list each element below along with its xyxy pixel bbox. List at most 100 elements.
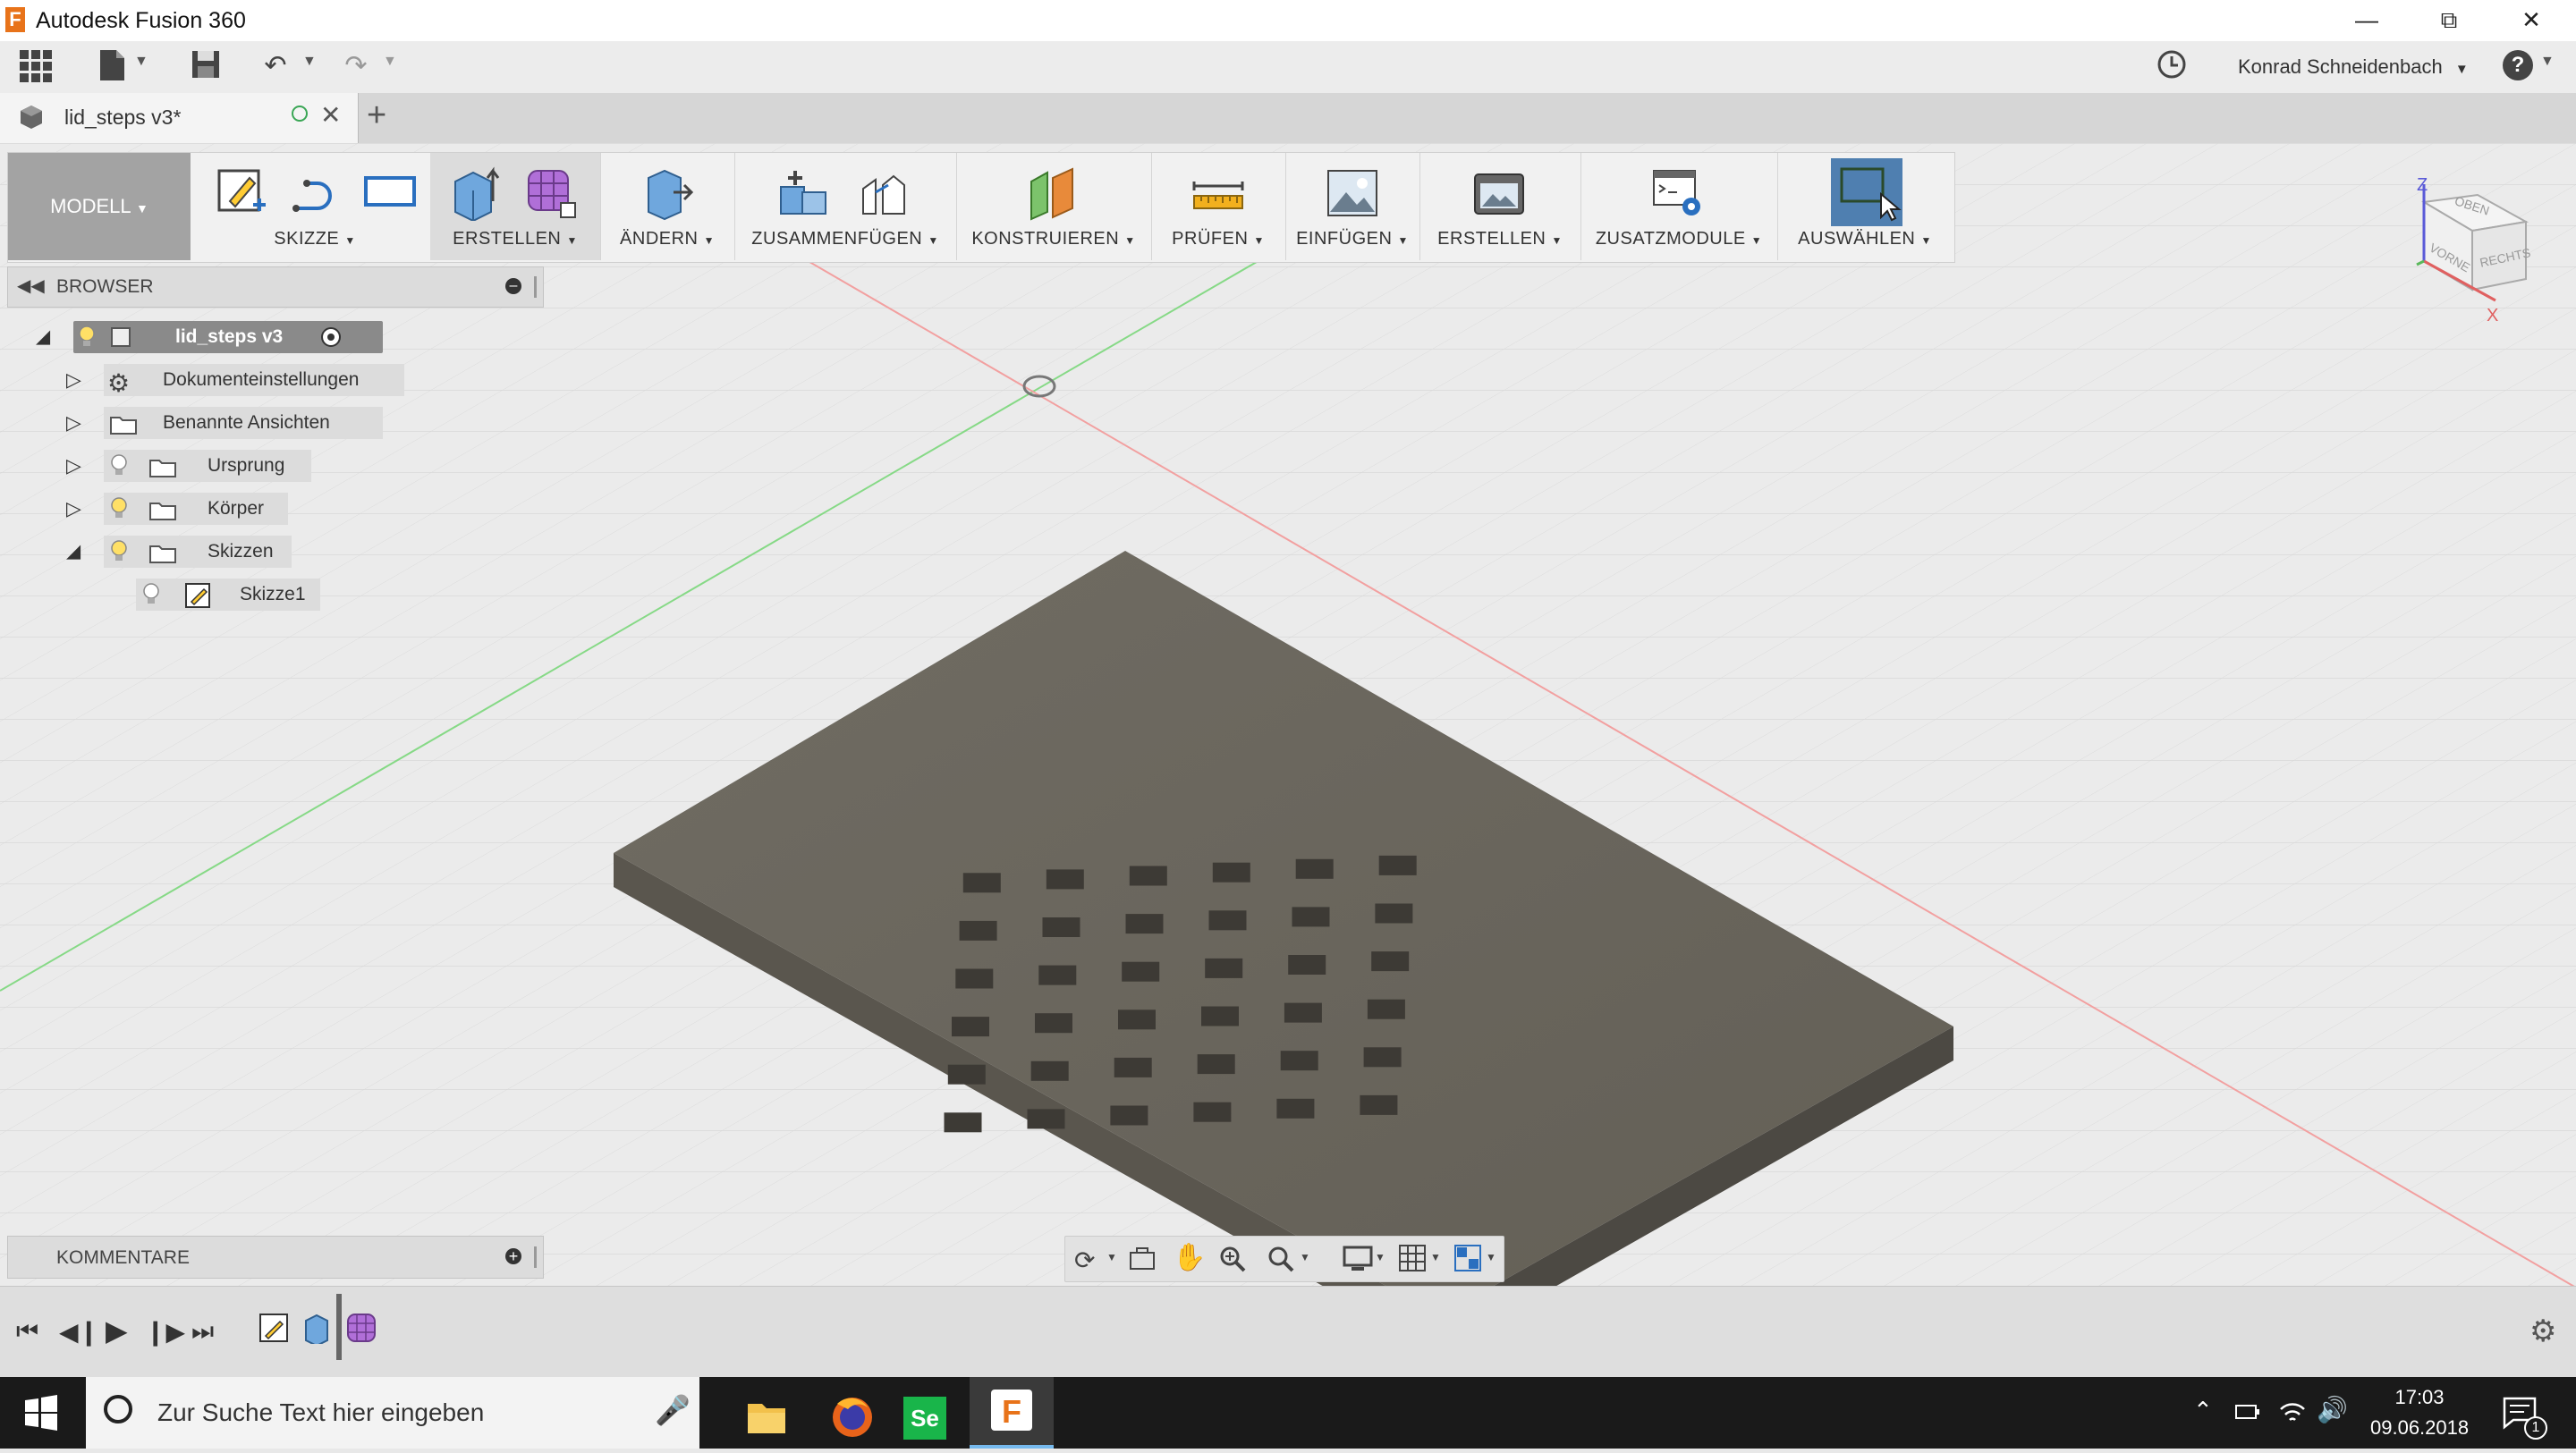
timeline-first-icon[interactable]: ⏮	[16, 1317, 38, 1347]
visibility-bulb-icon[interactable]	[77, 325, 97, 361]
document-tab[interactable]: lid_steps v3* ✕	[0, 93, 359, 143]
close-tab-icon[interactable]: ✕	[320, 100, 341, 130]
create-sketch-icon[interactable]	[214, 165, 269, 221]
rectangle-tool-icon[interactable]	[362, 165, 418, 221]
measure-icon[interactable]	[1191, 165, 1246, 221]
help-chevron-icon[interactable]: ▼	[2540, 54, 2555, 70]
microphone-icon[interactable]: 🎤	[655, 1393, 691, 1427]
browser-panel-header[interactable]: ◀◀ BROWSER –	[7, 266, 544, 308]
viewports-icon[interactable]	[1453, 1244, 1482, 1277]
model-canvas[interactable]	[0, 143, 2576, 1286]
pan-hand-icon[interactable]: ✋	[1173, 1242, 1206, 1273]
form-tool-icon[interactable]	[523, 165, 579, 221]
timeline-last-icon[interactable]: ⏭	[191, 1317, 214, 1347]
data-panel-grid-icon[interactable]	[16, 48, 55, 84]
browser-resize-handle[interactable]	[534, 276, 537, 298]
timeline-settings-gear-icon[interactable]: ⚙	[2529, 1314, 2556, 1349]
selenium-ide-icon[interactable]: Se	[903, 1397, 946, 1440]
ribbon-group-assemble[interactable]: ZUSAMMENFÜGEN ▼	[734, 153, 957, 260]
timeline-play-icon[interactable]: ▶	[106, 1314, 128, 1347]
viewports-chevron-icon[interactable]: ▼	[1486, 1251, 1496, 1263]
timeline-marker[interactable]	[336, 1294, 342, 1360]
expand-triangle-icon[interactable]: ▷	[66, 406, 81, 440]
expand-triangle-icon[interactable]: ▷	[66, 492, 81, 526]
undo-icon[interactable]: ↶	[256, 48, 295, 84]
visibility-bulb-off-icon[interactable]	[109, 453, 129, 490]
tree-item-bodies[interactable]: ▷ Körper	[27, 492, 295, 526]
minimize-icon[interactable]: —	[2326, 0, 2408, 41]
wifi-icon[interactable]	[2277, 1397, 2308, 1432]
collapse-browser-icon[interactable]: ◀◀	[17, 275, 45, 297]
taskbar-search-box[interactable]: Zur Suche Text hier eingeben 🎤	[86, 1377, 699, 1449]
ribbon-group-inspect[interactable]: PRÜFEN ▼	[1151, 153, 1286, 260]
render-icon[interactable]	[1471, 165, 1527, 221]
comments-panel-header[interactable]: KOMMENTARE +	[7, 1236, 544, 1279]
zoom-icon[interactable]	[1217, 1244, 1248, 1279]
tree-item-sketches[interactable]: ◢ Skizzen	[27, 535, 295, 569]
restore-icon[interactable]: ⧉	[2408, 0, 2490, 41]
user-account-menu[interactable]: Konrad Schneidenbach ▼	[2238, 55, 2469, 79]
taskbar-clock[interactable]: 17:03 09.06.2018	[2370, 1386, 2469, 1440]
tree-item-sketch1[interactable]: Skizze1	[27, 578, 331, 612]
timeline-extrude-feature-icon[interactable]	[302, 1312, 335, 1348]
offset-plane-icon[interactable]	[1026, 165, 1081, 221]
file-explorer-icon[interactable]	[724, 1390, 809, 1449]
ribbon-group-create[interactable]: ERSTELLEN ▼	[430, 153, 601, 260]
tree-item-document-settings[interactable]: ▷ ⚙ Dokumenteinstellungen	[27, 363, 404, 397]
extrude-icon[interactable]	[446, 165, 502, 223]
grid-chevron-icon[interactable]: ▼	[1430, 1251, 1441, 1263]
redo-chevron-icon[interactable]: ▼	[383, 54, 397, 70]
viewcube[interactable]: Z X OBEN VORNE RECHTS	[2397, 175, 2540, 336]
line-tool-icon[interactable]	[289, 165, 344, 221]
comments-resize-handle[interactable]	[534, 1246, 537, 1268]
job-status-clock-icon[interactable]	[2152, 48, 2191, 84]
add-comment-icon[interactable]: +	[505, 1248, 521, 1264]
redo-icon[interactable]: ↷	[336, 48, 376, 84]
ribbon-group-sketch[interactable]: SKIZZE ▼	[199, 153, 431, 260]
press-pull-icon[interactable]	[640, 165, 695, 221]
fit-zoom-icon[interactable]	[1266, 1244, 1296, 1279]
ribbon-group-make[interactable]: ERSTELLEN ▼	[1419, 153, 1581, 260]
zoom-chevron-icon[interactable]: ▼	[1300, 1251, 1310, 1263]
fusion-360-taskbar-icon[interactable]: F	[970, 1377, 1054, 1449]
save-icon[interactable]	[186, 48, 225, 84]
ribbon-group-select[interactable]: AUSWÄHLEN ▼	[1777, 153, 1953, 260]
tray-chevron-up-icon[interactable]: ⌃	[2193, 1397, 2213, 1424]
tree-item-origin[interactable]: ▷ Ursprung	[27, 449, 313, 483]
battery-icon[interactable]	[2233, 1397, 2263, 1432]
look-at-icon[interactable]	[1128, 1246, 1157, 1277]
orbit-chevron-icon[interactable]: ▼	[1106, 1251, 1117, 1263]
ribbon-group-addins[interactable]: ZUSATZMODULE ▼	[1580, 153, 1778, 260]
timeline-next-icon[interactable]: ❙▶	[145, 1317, 185, 1347]
workspace-switcher[interactable]: MODELL ▼	[8, 153, 191, 260]
collapse-triangle-icon[interactable]: ◢	[66, 535, 80, 569]
insert-image-icon[interactable]	[1325, 165, 1380, 221]
grid-settings-icon[interactable]	[1398, 1244, 1427, 1277]
speaker-icon[interactable]: 🔊	[2317, 1395, 2348, 1424]
expand-triangle-icon[interactable]: ▷	[66, 449, 81, 483]
orbit-icon[interactable]: ⟳	[1074, 1246, 1095, 1275]
timeline-form-feature-icon[interactable]	[345, 1312, 377, 1348]
file-menu-chevron-icon[interactable]: ▼	[134, 54, 148, 70]
ribbon-group-insert[interactable]: EINFÜGEN ▼	[1285, 153, 1420, 260]
new-component-icon[interactable]	[775, 165, 831, 221]
3d-viewport[interactable]	[0, 143, 2576, 1286]
timeline-prev-icon[interactable]: ◀❙	[59, 1317, 99, 1347]
ribbon-group-construct[interactable]: KONSTRUIEREN ▼	[956, 153, 1152, 260]
help-icon[interactable]: ?	[2503, 50, 2533, 80]
select-tool-icon[interactable]	[1831, 158, 1902, 226]
expand-triangle-icon[interactable]: ▷	[66, 363, 81, 397]
browser-minimize-icon[interactable]: –	[505, 278, 521, 294]
new-tab-icon[interactable]: +	[367, 97, 386, 135]
active-radio-icon[interactable]	[318, 320, 343, 366]
firefox-icon[interactable]	[810, 1390, 894, 1449]
timeline-sketch-feature-icon[interactable]	[258, 1312, 290, 1348]
tree-item-named-views[interactable]: ▷ Benannte Ansichten	[27, 406, 385, 440]
scripts-addins-icon[interactable]	[1650, 165, 1706, 221]
visibility-bulb-icon[interactable]	[109, 496, 129, 533]
visibility-bulb-off-icon[interactable]	[141, 582, 161, 619]
tree-root[interactable]: ◢ lid_steps v3	[27, 320, 385, 354]
undo-chevron-icon[interactable]: ▼	[302, 54, 317, 70]
visibility-bulb-icon[interactable]	[109, 539, 129, 576]
display-chevron-icon[interactable]: ▼	[1375, 1251, 1385, 1263]
